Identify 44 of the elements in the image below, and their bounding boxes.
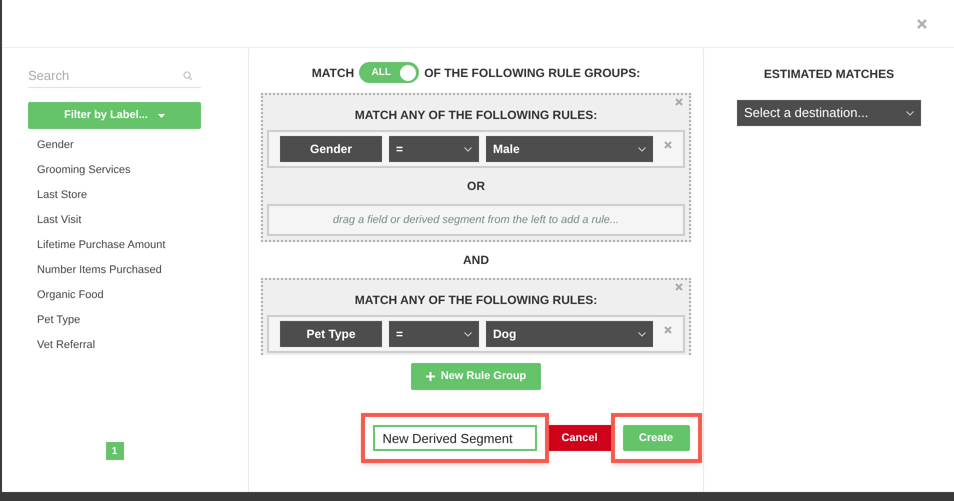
match-label: MATCH — [312, 64, 354, 82]
operator-dropdown[interactable]: = — [389, 136, 479, 162]
field-list-item[interactable]: Grooming Services — [37, 158, 201, 183]
close-icon — [675, 283, 683, 291]
field-list-item[interactable]: Lifetime Purchase Amount — [37, 233, 201, 258]
remove-group-button[interactable] — [675, 97, 685, 107]
field-chip[interactable]: Pet Type — [280, 321, 382, 347]
plus-icon — [426, 372, 435, 381]
search-field[interactable]: Search — [28, 66, 183, 86]
value-dropdown[interactable]: Male — [486, 136, 653, 162]
field-list-item[interactable]: Last Visit — [37, 208, 201, 233]
close-icon — [664, 141, 672, 149]
remove-rule-button[interactable] — [664, 325, 674, 335]
chevron-icon — [638, 332, 646, 336]
and-label: AND — [463, 252, 489, 269]
section-title: ESTIMATED MATCHES — [764, 66, 894, 83]
field-list-item[interactable]: Gender — [37, 133, 201, 158]
cancel-button[interactable]: Cancel — [548, 425, 610, 452]
close-icon — [917, 18, 927, 28]
field-list-item[interactable]: Organic Food — [37, 283, 201, 308]
chevron-icon — [906, 110, 914, 116]
group-title: MATCH ANY OF THE FOLLOWING RULES: — [354, 292, 598, 309]
close-button[interactable] — [916, 18, 928, 30]
group-title: MATCH ANY OF THE FOLLOWING RULES: — [354, 107, 598, 124]
chevron-icon — [638, 146, 646, 152]
remove-rule-button[interactable] — [664, 140, 674, 150]
chevron-icon — [464, 332, 472, 336]
remove-group-button[interactable] — [675, 282, 685, 292]
field-chip[interactable]: Gender — [280, 136, 382, 162]
field-list-item[interactable]: Vet Referral — [37, 333, 201, 358]
chevron-icon — [464, 146, 472, 152]
match-suffix: OF THE FOLLOWING RULE GROUPS: — [424, 64, 640, 82]
destination-dropdown[interactable]: Select a destination... — [737, 100, 921, 126]
close-icon — [675, 98, 683, 106]
field-list-item[interactable]: Number Items Purchased — [37, 258, 201, 283]
caret-icon — [158, 114, 165, 118]
search-icon — [183, 70, 193, 80]
or-label: OR — [466, 178, 486, 195]
field-list-item[interactable]: Last Store — [37, 183, 201, 208]
segment-name-field[interactable]: New Derived Segment — [372, 425, 536, 452]
operator-dropdown[interactable]: = — [389, 321, 479, 347]
field-list-item[interactable]: Pet Type — [37, 308, 201, 333]
close-icon — [664, 326, 672, 334]
value-dropdown[interactable]: Dog — [486, 321, 653, 347]
